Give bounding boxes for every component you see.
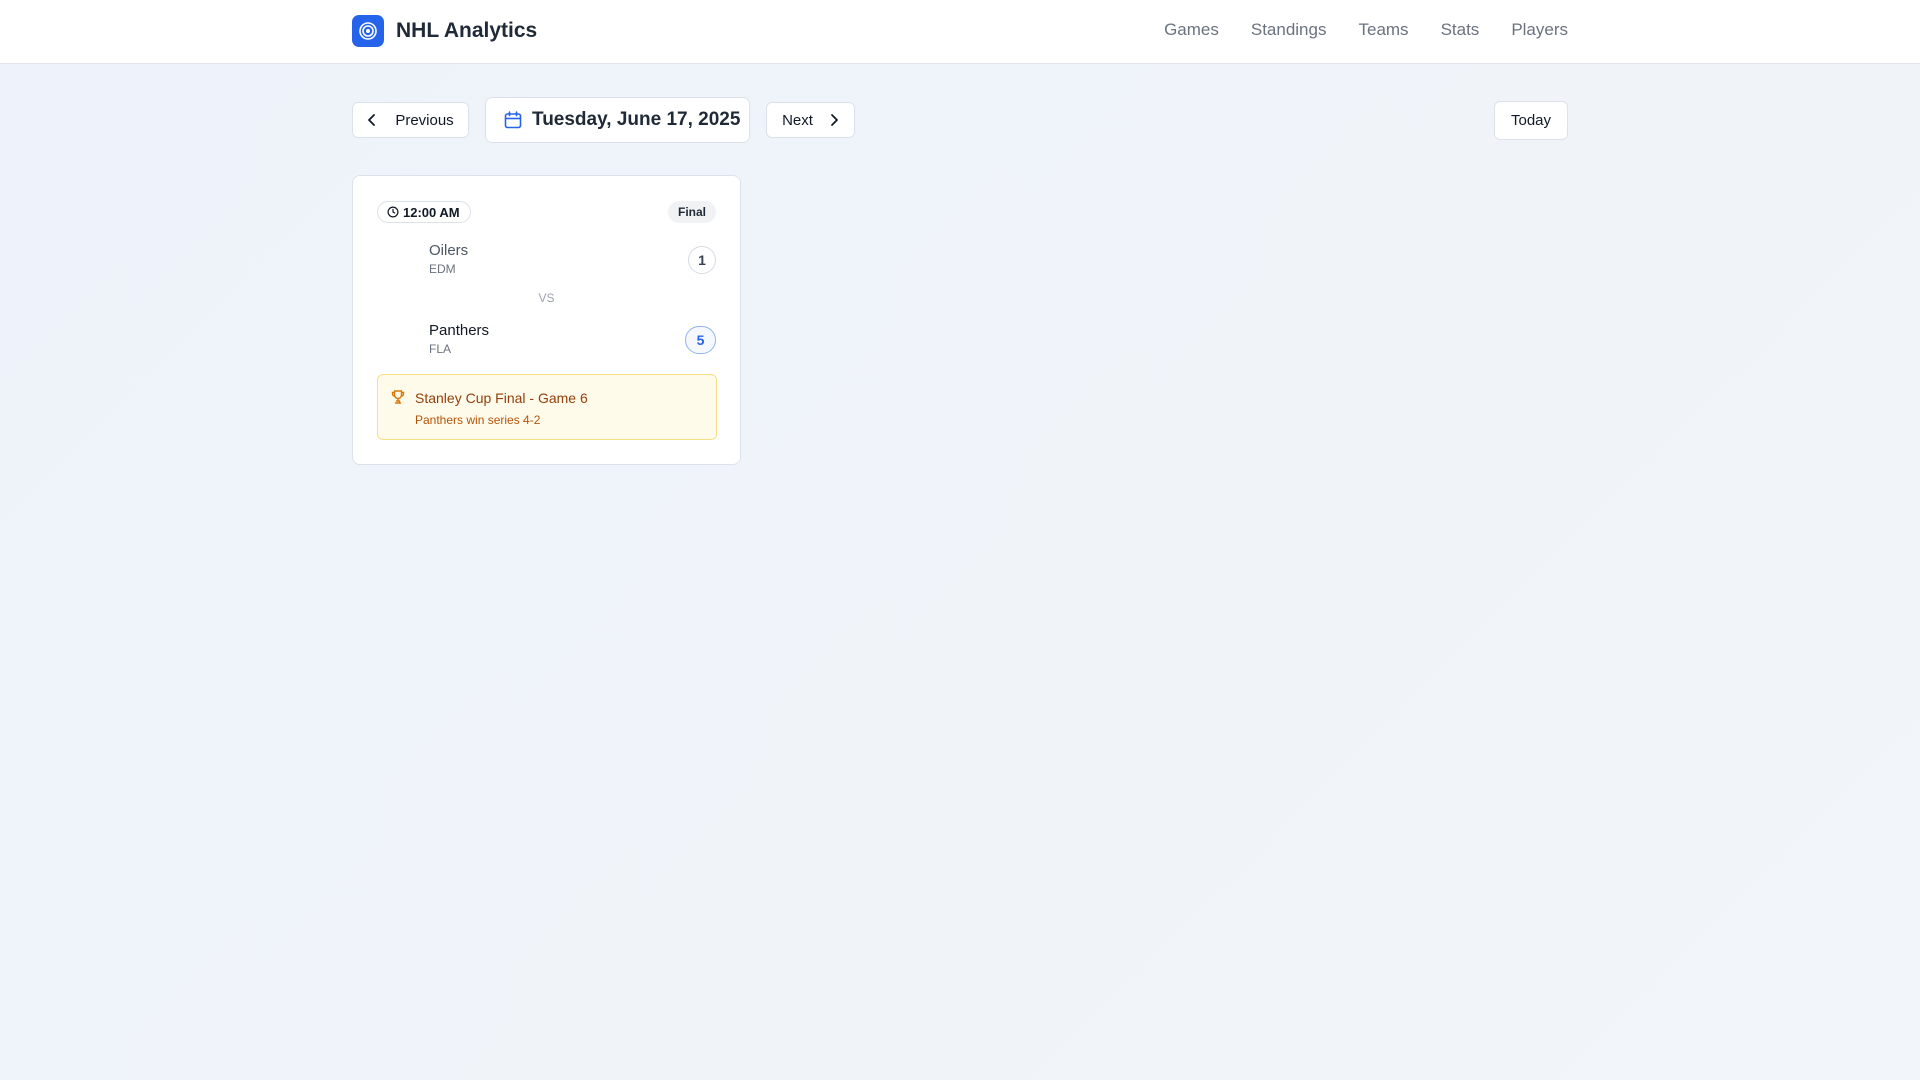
away-team-abbr: EDM <box>429 262 456 276</box>
brand[interactable]: NHL Analytics <box>352 15 537 47</box>
nav-standings[interactable]: Standings <box>1251 20 1327 40</box>
next-day-button[interactable]: Next <box>766 102 855 138</box>
series-info: Stanley Cup Final - Game 6 Panthers win … <box>377 374 717 440</box>
series-title: Stanley Cup Final - Game 6 <box>415 390 588 406</box>
today-button[interactable]: Today <box>1494 101 1568 140</box>
target-icon <box>352 15 384 47</box>
game-card[interactable]: 12:00 AM Final Oilers EDM 1 VS Panthers … <box>352 175 741 465</box>
previous-day-button[interactable]: Previous <box>352 102 469 138</box>
home-team-abbr: FLA <box>429 342 452 356</box>
nav-teams[interactable]: Teams <box>1358 20 1408 40</box>
trophy-icon <box>391 390 405 404</box>
previous-label: Previous <box>395 111 454 129</box>
top-nav-bar: NHL Analytics Games Standings Teams Stat… <box>0 0 1920 64</box>
brand-name: NHL Analytics <box>396 19 538 42</box>
today-label: Today <box>1510 112 1552 129</box>
home-score: 5 <box>685 326 716 354</box>
calendar-icon <box>504 111 522 129</box>
away-score: 1 <box>688 246 716 274</box>
game-time: 12:00 AM <box>403 204 460 220</box>
clock-icon <box>387 206 399 218</box>
chevron-right-icon <box>831 114 838 126</box>
nav-games[interactable]: Games <box>1164 20 1219 40</box>
home-team[interactable]: Panthers FLA <box>429 322 489 357</box>
nav-stats[interactable]: Stats <box>1441 20 1480 40</box>
away-team[interactable]: Oilers EDM <box>429 242 468 277</box>
vs-label: VS <box>538 291 555 305</box>
series-result: Panthers win series 4-2 <box>415 413 541 427</box>
game-time-badge: 12:00 AM <box>377 201 471 223</box>
status-badge: Final <box>667 201 716 223</box>
current-date: Tuesday, June 17, 2025 <box>532 109 741 130</box>
home-team-name: Panthers <box>429 322 490 339</box>
chevron-left-icon <box>368 114 376 126</box>
nav-players[interactable]: Players <box>1511 20 1568 40</box>
away-team-name: Oilers <box>429 242 469 259</box>
current-date-display[interactable]: Tuesday, June 17, 2025 <box>485 97 750 143</box>
main-nav: Games Standings Teams Stats Players <box>1164 20 1568 40</box>
next-label: Next <box>782 111 813 129</box>
